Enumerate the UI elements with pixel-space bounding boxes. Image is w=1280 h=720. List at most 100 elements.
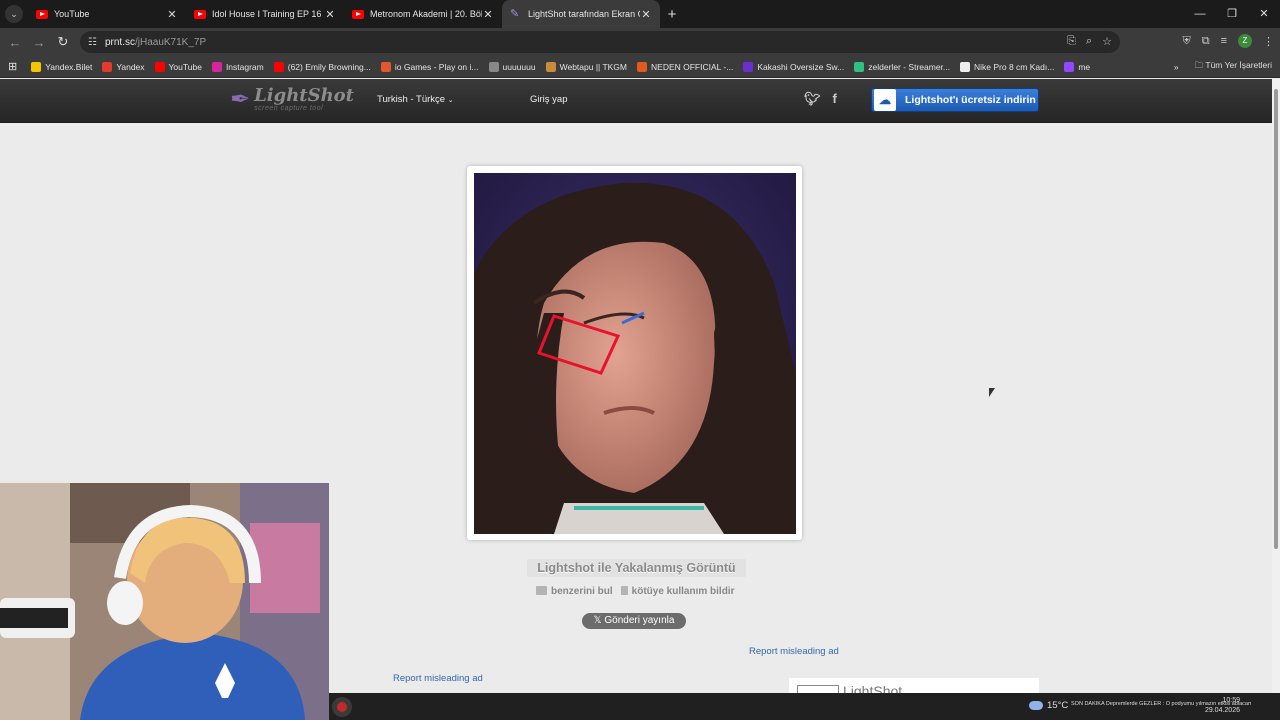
bookmark-label: Yandex.Bilet <box>45 61 93 72</box>
star-icon[interactable]: ☆ <box>1102 35 1112 48</box>
bookmark-item[interactable]: Webtapu || TKGM <box>545 61 627 72</box>
close-icon[interactable]: ✕ <box>324 8 336 21</box>
bookmark-item[interactable]: Yandex.Bilet <box>31 61 93 72</box>
new-tab-button[interactable]: + <box>660 6 684 23</box>
post-to-x-button[interactable]: 𝕏 Gönderi yayınla <box>582 613 686 629</box>
apps-icon[interactable]: ⊞ <box>8 60 17 73</box>
bookmark-favicon-icon <box>273 61 284 72</box>
bookmark-item[interactable]: uuuuuuu <box>488 61 536 72</box>
back-icon[interactable]: ← <box>3 35 27 50</box>
bookmarks-bar: ⊞ Yandex.Bilet Yandex YouTube Instagram (62)… <box>0 56 1280 78</box>
bookmark-item[interactable]: Instagram <box>211 61 264 72</box>
find-similar-link[interactable]: benzerini bul <box>536 586 613 597</box>
page-scrollbar[interactable] <box>1272 79 1280 693</box>
bookmark-item[interactable]: Kakashi Oversize Sw... <box>743 61 845 72</box>
menu-icon[interactable]: ⋮ <box>1263 35 1274 48</box>
tab-title: Idol House I Training EP 16 I İlk <box>212 9 324 19</box>
bookmark-label: Nike Pro 8 cm Kadı... <box>974 61 1055 72</box>
scrollbar-thumb[interactable] <box>1274 89 1278 549</box>
profile-avatar[interactable]: Z <box>1238 34 1252 48</box>
screenshot-illustration <box>474 173 796 534</box>
flag-icon <box>620 586 628 595</box>
browser-tab-strip: ⌄ YouTube ✕ Idol House I Training EP 16 … <box>0 0 1280 28</box>
close-window-icon[interactable]: ✕ <box>1248 0 1280 28</box>
download-icon: ☁ <box>874 89 896 111</box>
app-icon[interactable] <box>332 697 352 717</box>
bookmark-item[interactable]: YouTube <box>154 61 202 72</box>
bookmark-item[interactable]: (62) Emily Browning... <box>273 61 371 72</box>
youtube-icon <box>194 9 206 19</box>
report-ad-link[interactable]: Report misleading ad <box>749 646 839 657</box>
shield-icon[interactable]: ⛨ <box>1182 35 1190 48</box>
bookmark-label: io Games - Play on i... <box>394 61 479 72</box>
window-controls: — ❐ ✕ <box>1184 0 1280 28</box>
screenshot-caption: Lightshot ile Yakalanmış Görüntü <box>527 559 746 577</box>
close-icon[interactable]: ✕ <box>640 8 652 21</box>
close-icon[interactable]: ✕ <box>482 8 494 21</box>
close-icon[interactable]: ✕ <box>166 8 178 21</box>
x-icon: 𝕏 <box>593 615 602 626</box>
bookmark-item[interactable]: Nike Pro 8 cm Kadı... <box>960 61 1055 72</box>
forward-icon[interactable]: → <box>27 35 51 50</box>
screenshot-frame <box>467 166 802 540</box>
tab-title: YouTube <box>54 9 90 19</box>
more-bookmarks-icon[interactable]: » <box>1174 62 1179 72</box>
reload-icon[interactable]: ↻ <box>51 34 75 50</box>
webcam-overlay <box>0 483 329 720</box>
clock[interactable]: 10:59 29.04.2026 <box>1205 696 1240 716</box>
facebook-icon[interactable]: f <box>833 91 837 107</box>
address-bar[interactable]: ☷ prnt.sc/jHaauK71K_7P ⎘ ⌕ ☆ <box>80 31 1120 53</box>
bookmark-favicon-icon <box>960 61 971 72</box>
bookmark-label: Kakashi Oversize Sw... <box>757 61 845 72</box>
bookmark-label: Yandex <box>116 61 145 72</box>
temperature: 15°C <box>1047 700 1069 711</box>
bookmark-label: YouTube <box>168 61 202 72</box>
url-path: /jHaauK71K_7P <box>134 36 207 48</box>
report-ad-link[interactable]: Report misleading ad <box>393 673 483 684</box>
browser-tab[interactable]: Idol House I Training EP 16 I İlk ✕ <box>186 0 344 28</box>
zoom-icon[interactable]: ⌕ <box>1086 35 1092 48</box>
bookmark-favicon-icon <box>637 61 648 72</box>
extensions-icon[interactable]: ⧉ <box>1202 35 1210 48</box>
bookmark-item[interactable]: me <box>1064 61 1091 72</box>
report-abuse-link[interactable]: kötüye kullanım bildir <box>620 586 734 597</box>
bookmark-favicon-icon <box>380 61 391 72</box>
post-button-label: Gönderi yayınla <box>604 615 675 626</box>
bookmark-favicon-icon <box>31 61 42 72</box>
install-app-icon[interactable]: ⎘ <box>1067 35 1076 48</box>
bookmark-favicon-icon <box>211 61 222 72</box>
browser-tab[interactable]: YouTube ✕ <box>28 0 186 28</box>
image-actions: benzerini bul kötüye kullanım bildir <box>536 586 734 597</box>
time: 10:59 <box>1222 697 1240 704</box>
windows-taskbar: 15°C SON DAKİKA Depremlerde GEZLER : O p… <box>329 693 1280 720</box>
browser-tab[interactable]: Metronom Akademi | 20. Bölüm ✕ <box>344 0 502 28</box>
date: 29.04.2026 <box>1204 707 1240 714</box>
all-bookmarks-folder[interactable]: 🗀 Tüm Yer İşaretleri <box>1195 60 1272 74</box>
webcam-illustration <box>0 483 329 720</box>
browser-tab-active[interactable]: ✎ LightShot tarafından Ekran Görü ✕ <box>502 0 660 28</box>
find-similar-label: benzerini bul <box>551 586 613 597</box>
lightshot-logo[interactable]: ✒ LightShot screen capture tool <box>230 85 354 114</box>
toolbar-extensions: ⛨ ⧉ ≡ Z ⋮ <box>1182 34 1274 48</box>
tab-search-button[interactable]: ⌄ <box>0 0 28 28</box>
bookmark-list: Yandex.Bilet Yandex YouTube Instagram (62) E… <box>31 61 1100 72</box>
bookmark-label: Instagram <box>225 61 264 72</box>
minimize-icon[interactable]: — <box>1184 0 1216 28</box>
bookmark-item[interactable]: Yandex <box>102 61 145 72</box>
bookmark-label: me <box>1078 61 1091 72</box>
screenshot-image[interactable] <box>474 173 796 534</box>
bookmark-item[interactable]: NEDEN OFFICIAL -... <box>637 61 733 72</box>
bookmark-item[interactable]: zelderler - Streamer... <box>854 61 950 72</box>
restore-icon[interactable]: ❐ <box>1216 0 1248 28</box>
weather-widget[interactable]: 15°C <box>1029 700 1068 711</box>
bookmark-favicon-icon <box>488 61 499 72</box>
bookmark-item[interactable]: io Games - Play on i... <box>380 61 479 72</box>
twitter-icon[interactable]: 🐦︎ <box>804 91 821 107</box>
url-host: prnt.sc <box>104 36 135 48</box>
media-icon[interactable]: ≡ <box>1221 35 1227 47</box>
ad-banner[interactable]: LightShot <box>789 678 1039 694</box>
language-selector[interactable]: Turkish - Türkçe ⌄ <box>377 94 454 105</box>
site-info-icon[interactable]: ☷ <box>88 37 97 48</box>
download-button[interactable]: ☁ Lightshot'ı ücretsiz indirin <box>871 88 1039 112</box>
login-link[interactable]: Giriş yap <box>530 94 567 105</box>
